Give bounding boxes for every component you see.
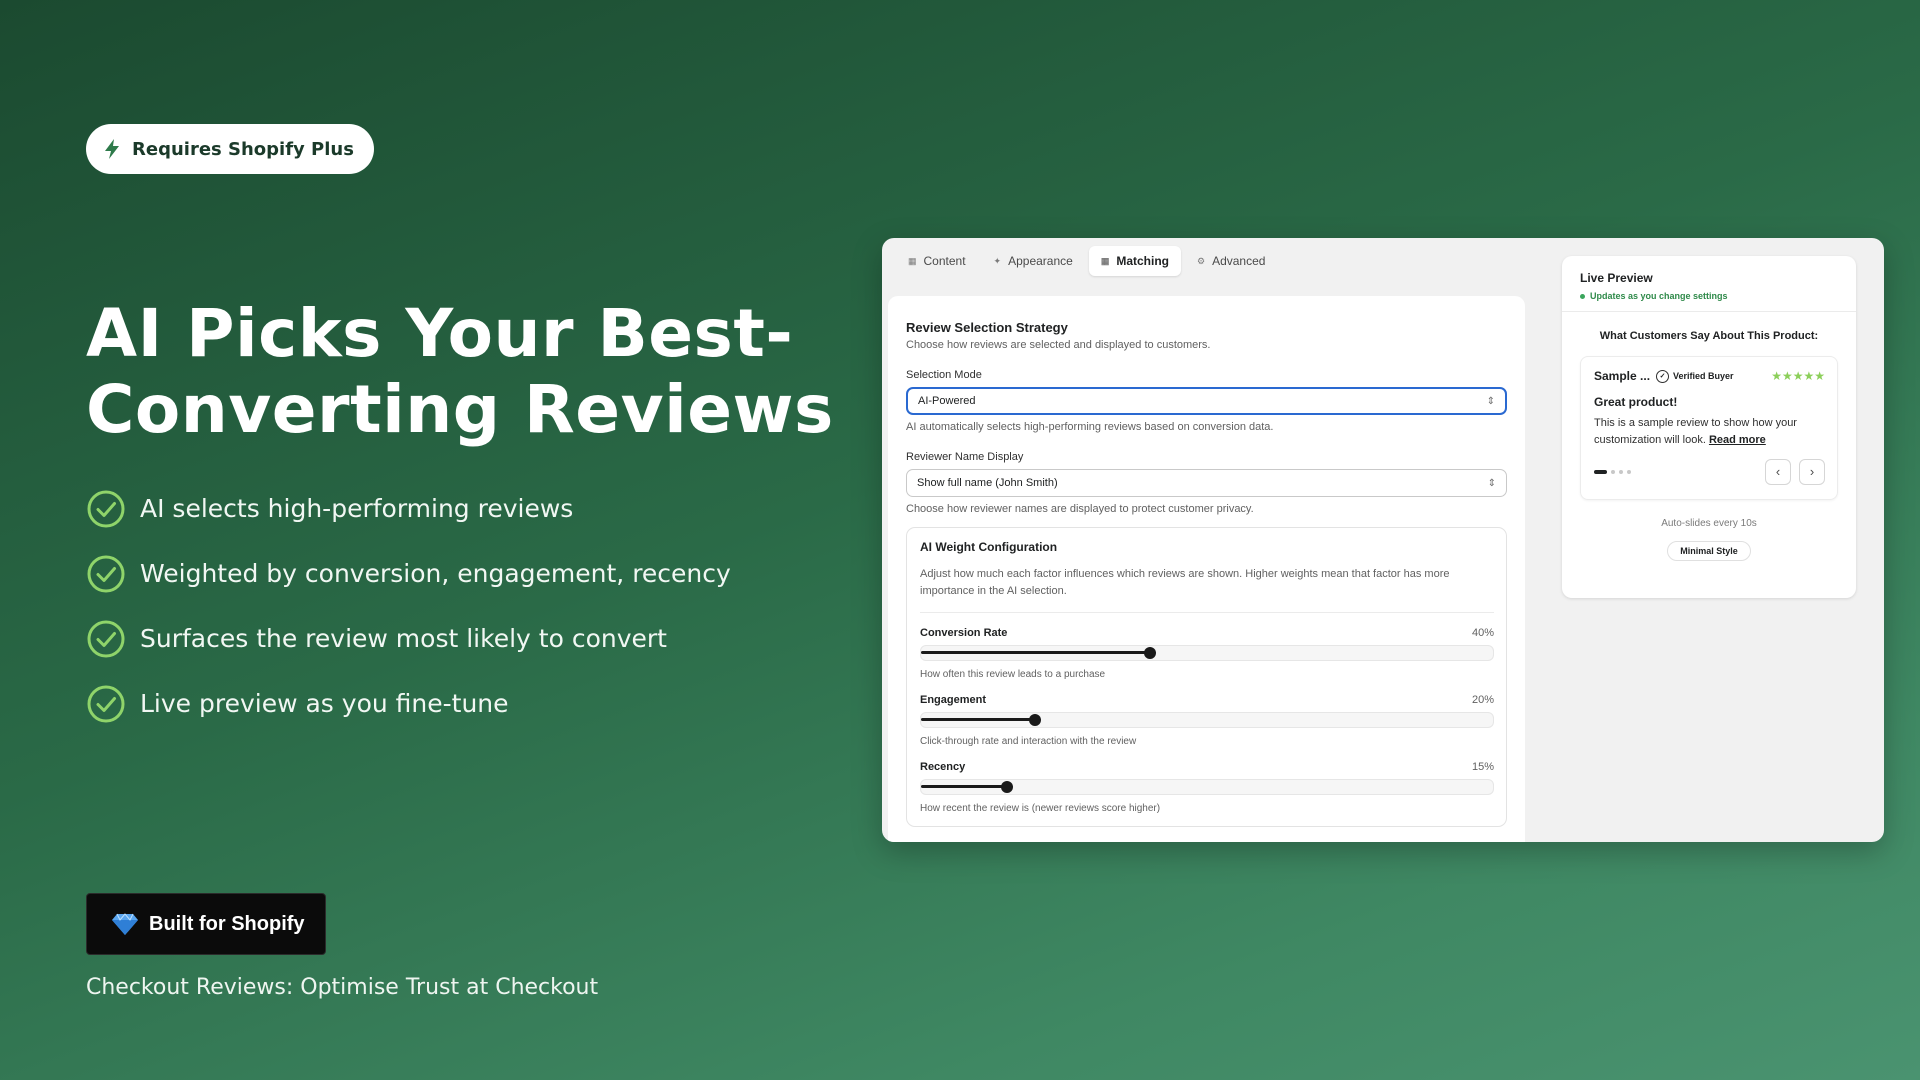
tab-label: Matching: [1116, 254, 1169, 268]
reviewer-name: Sample ...: [1594, 369, 1651, 383]
tab-label: Appearance: [1008, 254, 1073, 268]
verified-label: Verified Buyer: [1673, 371, 1734, 381]
auto-slide-note: Auto-slides every 10s: [1661, 518, 1757, 529]
review-body: This is a sample review to show how your…: [1594, 415, 1825, 449]
slider-handle[interactable]: [1029, 714, 1042, 726]
diamond-icon: [112, 913, 138, 935]
feature-text: AI selects high-performing reviews: [140, 494, 574, 523]
preview-question: What Customers Say About This Product:: [1599, 330, 1819, 342]
grid-icon: ▦: [1100, 255, 1110, 266]
strategy-title: Review Selection Strategy: [906, 320, 1068, 335]
weight-conversion-rate: Conversion Rate 40% How often this revie…: [920, 627, 1494, 680]
weight-value: 20%: [1471, 694, 1494, 706]
feature-text: Live preview as you fine-tune: [140, 689, 509, 718]
verified-badge: ✓ Verified Buyer: [1656, 369, 1734, 383]
weight-config-title: AI Weight Configuration: [920, 540, 1058, 554]
gear-icon: ⚙: [1197, 255, 1206, 266]
slider-handle[interactable]: [1000, 781, 1013, 793]
tab-appearance[interactable]: ✦ Appearance: [982, 246, 1085, 276]
shopify-plus-badge: Requires Shopify Plus: [86, 124, 374, 174]
content-icon: ▦: [908, 255, 917, 266]
carousel-dot[interactable]: [1627, 470, 1631, 474]
weight-slider[interactable]: [920, 712, 1494, 728]
previous-button[interactable]: ‹: [1765, 459, 1791, 485]
weight-value: 40%: [1471, 627, 1494, 639]
status-dot-icon: [1580, 293, 1585, 299]
carousel-dot[interactable]: [1619, 470, 1623, 474]
weight-help: How recent the review is (newer reviews …: [920, 803, 1161, 814]
shopify-plus-badge-label: Requires Shopify Plus: [132, 138, 354, 160]
divider: [920, 612, 1494, 613]
select-chevron-icon: ⇕: [1487, 477, 1496, 489]
selection-mode-value: AI-Powered: [918, 395, 976, 407]
sparkle-icon: ✦: [993, 255, 1002, 266]
strategy-subtitle: Choose how reviews are selected and disp…: [906, 339, 1211, 351]
read-more-link[interactable]: Read more: [1709, 434, 1766, 446]
preview-title: Live Preview: [1580, 271, 1653, 285]
app-screenshot: ▦ Content ✦ Appearance ▦ Matching ⚙ Adva…: [882, 238, 1884, 842]
check-circle-icon: [87, 685, 125, 722]
feature-item: Surfaces the review most likely to conve…: [86, 606, 731, 671]
app-name: Checkout Reviews: Optimise Trust at Chec…: [86, 975, 599, 1000]
weight-recency: Recency 15% How recent the review is (ne…: [920, 761, 1494, 814]
feature-text: Weighted by conversion, engagement, rece…: [140, 559, 731, 588]
carousel-dots: [1594, 470, 1631, 474]
tab-advanced[interactable]: ⚙ Advanced: [1185, 246, 1277, 276]
weight-name: Engagement: [920, 694, 987, 706]
weight-help: How often this review leads to a purchas…: [920, 669, 1106, 680]
check-circle-icon: [87, 620, 125, 657]
slider-handle[interactable]: [1143, 647, 1156, 659]
tab-content[interactable]: ▦ Content: [896, 246, 978, 276]
weight-slider[interactable]: [920, 779, 1494, 795]
built-for-shopify-badge: Built for Shopify: [86, 893, 326, 955]
select-chevron-icon: ⇕: [1486, 395, 1495, 407]
hero-title: AI Picks Your Best-Converting Reviews: [86, 295, 834, 448]
selection-mode-select[interactable]: AI-Powered ⇕: [906, 387, 1507, 415]
review-text: This is a sample review to show how your…: [1594, 417, 1797, 446]
lightning-icon: [105, 139, 119, 159]
settings-tabs: ▦ Content ✦ Appearance ▦ Matching ⚙ Adva…: [896, 246, 1277, 276]
slider-fill: [921, 785, 1007, 788]
settings-panel: Review Selection Strategy Choose how rev…: [888, 296, 1525, 842]
weight-name: Recency: [920, 761, 966, 773]
weight-value: 15%: [1471, 761, 1494, 773]
star-rating: ★★★★★: [1771, 369, 1825, 383]
slider-fill: [921, 718, 1036, 721]
review-card: Sample ... ✓ Verified Buyer ★★★★★ Great …: [1580, 356, 1838, 500]
name-display-label: Reviewer Name Display: [906, 451, 1024, 463]
weight-config-card: AI Weight Configuration Adjust how much …: [906, 527, 1507, 827]
feature-text: Surfaces the review most likely to conve…: [140, 624, 667, 653]
slider-fill: [921, 651, 1150, 654]
tab-label: Content: [923, 254, 966, 268]
weight-config-description: Adjust how much each factor influences w…: [920, 568, 1450, 597]
tab-label: Advanced: [1212, 254, 1266, 268]
weight-slider[interactable]: [920, 645, 1494, 661]
built-for-shopify-label: Built for Shopify: [149, 912, 305, 935]
weight-help: Click-through rate and interaction with …: [920, 736, 1137, 747]
feature-item: Weighted by conversion, engagement, rece…: [86, 541, 731, 606]
preview-status: Updates as you change settings: [1580, 291, 1838, 301]
weight-name: Conversion Rate: [920, 627, 1008, 639]
feature-item: Live preview as you fine-tune: [86, 671, 731, 736]
check-circle-icon: [87, 555, 125, 592]
selection-mode-label: Selection Mode: [906, 369, 982, 381]
style-badge: Minimal Style: [1667, 541, 1751, 561]
carousel-dot[interactable]: [1611, 470, 1615, 474]
name-display-help: Choose how reviewer names are displayed …: [906, 503, 1254, 515]
check-circle-icon: [87, 490, 125, 527]
weight-engagement: Engagement 20% Click-through rate and in…: [920, 694, 1494, 747]
name-display-value: Show full name (John Smith): [917, 477, 1058, 489]
next-button[interactable]: ›: [1799, 459, 1825, 485]
feature-item: AI selects high-performing reviews: [86, 476, 731, 541]
name-display-select[interactable]: Show full name (John Smith) ⇕: [906, 469, 1507, 497]
review-headline: Great product!: [1594, 395, 1678, 409]
tab-matching[interactable]: ▦ Matching: [1088, 246, 1181, 276]
selection-mode-help: AI automatically selects high-performing…: [906, 421, 1274, 433]
live-preview-panel: Live Preview Updates as you change setti…: [1562, 256, 1856, 598]
carousel-dot[interactable]: [1594, 470, 1607, 474]
verified-check-icon: ✓: [1656, 369, 1670, 383]
preview-subtitle: Updates as you change settings: [1590, 291, 1728, 301]
feature-list: AI selects high-performing reviews Weigh…: [86, 476, 731, 736]
